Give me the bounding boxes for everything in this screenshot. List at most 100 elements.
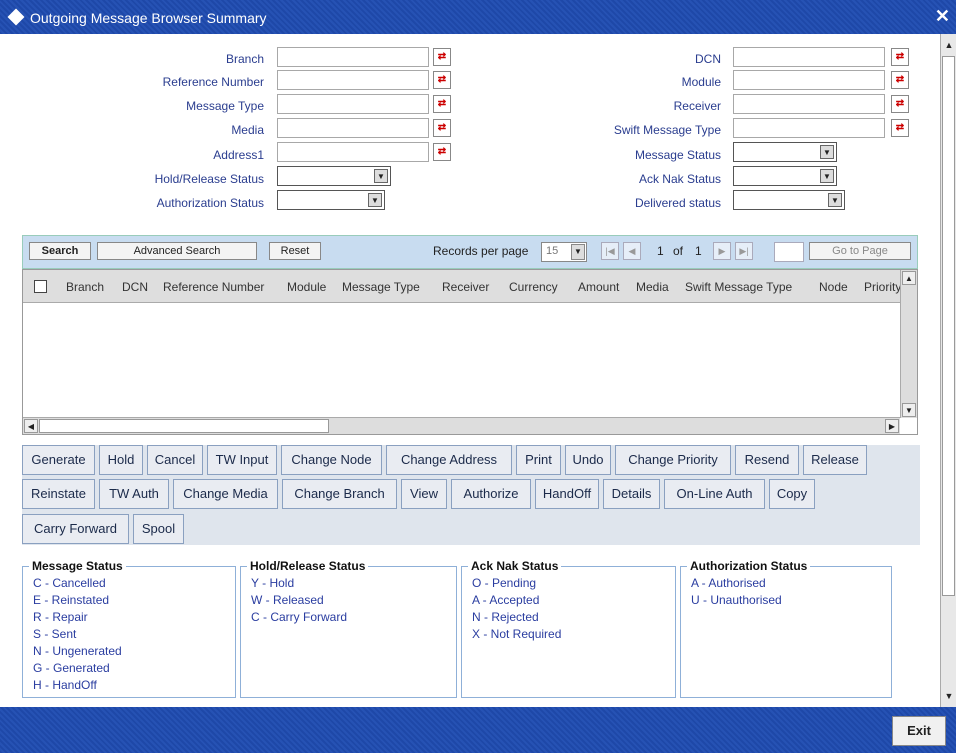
reinstate-button[interactable]: Reinstate xyxy=(22,479,95,509)
receiver-lov-icon[interactable]: ⇄ xyxy=(891,95,909,113)
column-header[interactable]: DCN xyxy=(122,280,148,294)
hold-release-status-select[interactable]: ▼ xyxy=(277,166,391,186)
chevron-down-icon: ▼ xyxy=(571,244,585,260)
hold-release-status-legend: Hold/Release Status Y - Hold W - Release… xyxy=(240,559,457,698)
branch-lov-icon[interactable]: ⇄ xyxy=(433,48,451,66)
scroll-up-icon[interactable]: ▲ xyxy=(943,40,955,52)
scroll-right-icon[interactable]: ▶ xyxy=(885,419,899,433)
address1-input[interactable] xyxy=(277,142,429,162)
print-button[interactable]: Print xyxy=(516,445,561,475)
message-type-label: Message Type xyxy=(186,99,264,113)
receiver-input[interactable] xyxy=(733,94,885,114)
change-priority-button[interactable]: Change Priority xyxy=(615,445,731,475)
scroll-down-icon[interactable]: ▼ xyxy=(902,403,916,417)
go-to-page-button[interactable]: Go to Page xyxy=(809,242,911,260)
carry-forward-button[interactable]: Carry Forward xyxy=(22,514,129,544)
media-input[interactable] xyxy=(277,118,429,138)
copy-button[interactable]: Copy xyxy=(769,479,815,509)
media-label: Media xyxy=(231,123,264,137)
reset-button[interactable]: Reset xyxy=(269,242,321,260)
dcn-lov-icon[interactable]: ⇄ xyxy=(891,48,909,66)
legend-item: G - Generated xyxy=(33,661,110,675)
media-lov-icon[interactable]: ⇄ xyxy=(433,119,451,137)
delivered-status-select[interactable]: ▼ xyxy=(733,190,845,210)
scroll-down-icon[interactable]: ▼ xyxy=(943,691,955,703)
legend-item: A - Accepted xyxy=(472,593,540,607)
grid-vertical-scrollbar[interactable]: ▲ ▼ xyxy=(900,270,917,418)
branch-input[interactable] xyxy=(277,47,429,67)
page-number-input[interactable] xyxy=(774,242,804,262)
select-all-checkbox[interactable] xyxy=(34,280,47,293)
next-page-icon[interactable]: ▶ xyxy=(713,242,731,260)
reference-number-input[interactable] xyxy=(277,70,429,90)
change-node-button[interactable]: Change Node xyxy=(281,445,382,475)
details-button[interactable]: Details xyxy=(603,479,660,509)
column-header[interactable]: Amount xyxy=(578,280,619,294)
legend-item: S - Sent xyxy=(33,627,77,641)
current-page: 1 xyxy=(657,244,664,258)
undo-button[interactable]: Undo xyxy=(565,445,611,475)
scroll-thumb[interactable] xyxy=(39,419,329,433)
ack-nak-status-select[interactable]: ▼ xyxy=(733,166,837,186)
legend-title: Message Status xyxy=(29,559,126,573)
reference-number-label: Reference Number xyxy=(162,75,264,89)
column-header[interactable]: Message Type xyxy=(342,280,420,294)
swift-message-type-lov-icon[interactable]: ⇄ xyxy=(891,119,909,137)
change-address-button[interactable]: Change Address xyxy=(386,445,512,475)
search-toolbar: Search Advanced Search Reset Records per… xyxy=(22,235,918,269)
close-icon[interactable]: ✕ xyxy=(935,6,950,27)
message-status-select[interactable]: ▼ xyxy=(733,142,837,162)
generate-button[interactable]: Generate xyxy=(22,445,95,475)
authorization-status-select[interactable]: ▼ xyxy=(277,190,385,210)
tw-input-button[interactable]: TW Input xyxy=(207,445,277,475)
change-branch-button[interactable]: Change Branch xyxy=(282,479,397,509)
column-header[interactable]: Node xyxy=(819,280,848,294)
column-header[interactable]: Swift Message Type xyxy=(685,280,792,294)
online-auth-button[interactable]: On-Line Auth xyxy=(664,479,765,509)
dcn-input[interactable] xyxy=(733,47,885,67)
message-type-lov-icon[interactable]: ⇄ xyxy=(433,95,451,113)
search-button[interactable]: Search xyxy=(29,242,91,260)
column-header[interactable]: Module xyxy=(287,280,326,294)
module-input[interactable] xyxy=(733,70,885,90)
address1-lov-icon[interactable]: ⇄ xyxy=(433,143,451,161)
last-page-icon[interactable]: ▶| xyxy=(735,242,753,260)
legend-item: Y - Hold xyxy=(251,576,295,590)
column-header[interactable]: Currency xyxy=(509,280,558,294)
handoff-button[interactable]: HandOff xyxy=(535,479,599,509)
module-lov-icon[interactable]: ⇄ xyxy=(891,71,909,89)
column-header[interactable]: Priority xyxy=(864,280,900,294)
view-button[interactable]: View xyxy=(401,479,447,509)
prev-page-icon[interactable]: ◀ xyxy=(623,242,641,260)
scroll-up-icon[interactable]: ▲ xyxy=(902,271,916,285)
records-per-page-select[interactable]: 15 ▼ xyxy=(541,242,587,262)
change-media-button[interactable]: Change Media xyxy=(173,479,278,509)
tw-auth-button[interactable]: TW Auth xyxy=(99,479,169,509)
chevron-down-icon: ▼ xyxy=(820,169,834,183)
title-bar: Outgoing Message Browser Summary ✕ xyxy=(0,0,956,34)
column-header[interactable]: Receiver xyxy=(442,280,489,294)
first-page-icon[interactable]: |◀ xyxy=(601,242,619,260)
legend-item: H - HandOff xyxy=(33,678,97,692)
release-button[interactable]: Release xyxy=(803,445,867,475)
swift-message-type-input[interactable] xyxy=(733,118,885,138)
authorization-status-legend: Authorization Status A - Authorised U - … xyxy=(680,559,892,698)
address1-label: Address1 xyxy=(213,148,264,162)
exit-button[interactable]: Exit xyxy=(892,716,946,746)
authorize-button[interactable]: Authorize xyxy=(451,479,531,509)
resend-button[interactable]: Resend xyxy=(735,445,799,475)
column-header[interactable]: Reference Number xyxy=(163,280,264,294)
message-type-input[interactable] xyxy=(277,94,429,114)
scroll-left-icon[interactable]: ◀ xyxy=(24,419,38,433)
scroll-thumb[interactable] xyxy=(942,56,955,596)
reference-number-lov-icon[interactable]: ⇄ xyxy=(433,71,451,89)
spool-button[interactable]: Spool xyxy=(133,514,184,544)
column-header[interactable]: Media xyxy=(636,280,669,294)
column-header[interactable]: Branch xyxy=(66,280,104,294)
cancel-button[interactable]: Cancel xyxy=(147,445,203,475)
grid-horizontal-scrollbar[interactable]: ◀ ▶ xyxy=(23,417,900,434)
hold-button[interactable]: Hold xyxy=(99,445,143,475)
window-vertical-scrollbar[interactable]: ▲ ▼ xyxy=(940,34,956,707)
ack-nak-status-label: Ack Nak Status xyxy=(638,172,721,186)
advanced-search-button[interactable]: Advanced Search xyxy=(97,242,257,260)
